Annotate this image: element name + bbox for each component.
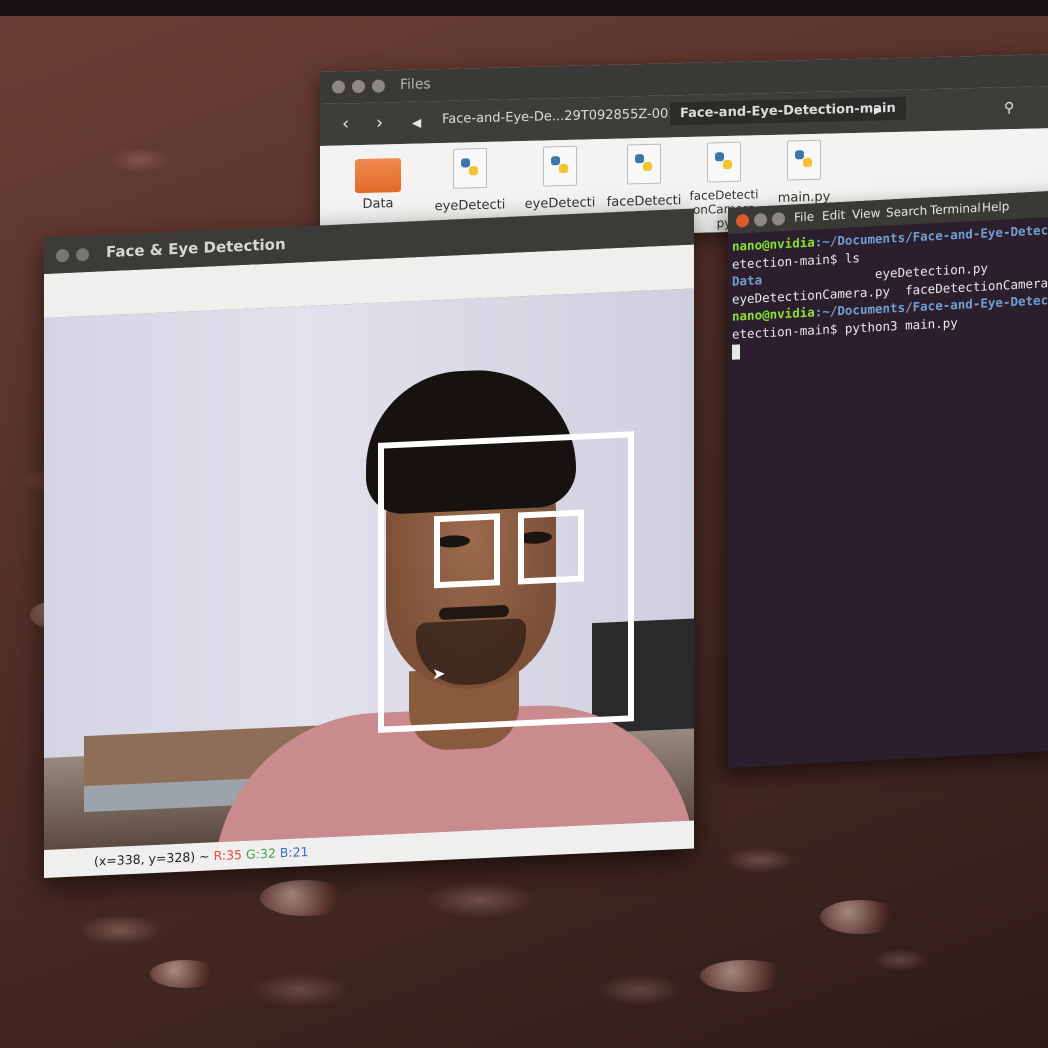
search-icon[interactable]: ⚲ — [1004, 100, 1014, 116]
close-icon[interactable] — [332, 80, 345, 94]
file-label: Data — [362, 196, 394, 212]
python-file-icon — [453, 147, 487, 189]
python-file-icon — [787, 139, 821, 181]
file-item[interactable]: eyeDetecti — [430, 147, 510, 214]
forward-icon[interactable]: › — [376, 112, 383, 133]
prompt-user: nano@nvidia — [732, 304, 815, 324]
pixel-blue: B:21 — [279, 843, 309, 861]
file-item-data[interactable]: Data — [338, 150, 418, 213]
python-file-icon — [543, 145, 577, 187]
back-icon[interactable]: ‹ — [342, 113, 349, 134]
water-drop — [150, 960, 220, 988]
terminal-cursor — [732, 344, 740, 360]
path-left-icon[interactable]: ◀ — [412, 116, 421, 130]
water-drop — [260, 880, 350, 916]
face-detection-box — [378, 431, 634, 733]
folder-icon — [355, 158, 401, 194]
maximize-icon[interactable] — [772, 212, 785, 226]
minimize-icon[interactable] — [76, 247, 89, 262]
file-label: eyeDetecti — [524, 195, 596, 212]
left-eye-detection-box — [434, 513, 500, 589]
menu-view[interactable]: View — [852, 206, 880, 221]
file-item-main[interactable]: main.py — [764, 139, 844, 206]
mouse-pointer-icon: ➤ — [432, 663, 446, 684]
minimize-icon[interactable] — [754, 212, 767, 227]
monitor-bezel — [0, 0, 1048, 16]
menu-search[interactable]: Search — [886, 204, 927, 220]
menu-terminal[interactable]: Terminal — [930, 201, 981, 218]
menu-edit[interactable]: Edit — [822, 208, 845, 223]
camera-feed[interactable]: ➤ — [44, 288, 694, 851]
water-drop — [700, 960, 790, 992]
file-label: eyeDetecti — [434, 197, 506, 215]
pixel-status: (x=338, y=328) ~ R:35 G:32 B:21 — [94, 844, 309, 869]
pixel-green: G:32 — [246, 845, 276, 862]
pixel-coords: (x=338, y=328) ~ — [94, 848, 210, 869]
python-file-icon — [627, 143, 661, 185]
pixel-red: R:35 — [213, 847, 243, 864]
file-label: faceDetecti — [606, 193, 682, 210]
files-title: Files — [400, 76, 431, 94]
breadcrumb-parent[interactable]: Face-and-Eye-De...29T092855Z-001 — [442, 106, 677, 127]
detection-window: Face & Eye Detection ➤ (x=338, y=328) ~ … — [44, 208, 694, 878]
menu-help[interactable]: Help — [982, 199, 1009, 214]
prompt-user: nano@nvidia — [732, 234, 815, 254]
water-drop — [820, 900, 900, 934]
dir-entry: Data — [732, 272, 763, 289]
terminal-output[interactable]: nano@nvidia:~/Documents/Face-and-Eye-Det… — [728, 216, 1048, 364]
right-eye-detection-box — [518, 509, 584, 585]
path-right-icon[interactable]: ▶ — [874, 105, 882, 116]
python-file-icon — [707, 141, 741, 183]
breadcrumb-current[interactable]: Face-and-Eye-Detection-main — [670, 96, 906, 126]
detection-title: Face & Eye Detection — [106, 235, 286, 262]
close-icon[interactable] — [736, 213, 749, 228]
maximize-icon[interactable] — [372, 79, 385, 93]
menu-file[interactable]: File — [794, 209, 814, 224]
file-item[interactable]: faceDetecti — [604, 143, 684, 210]
minimize-icon[interactable] — [352, 79, 365, 94]
file-item[interactable]: eyeDetecti — [520, 145, 600, 212]
close-icon[interactable] — [56, 248, 69, 263]
terminal-window: File Edit View Search Terminal Help nano… — [728, 190, 1048, 769]
